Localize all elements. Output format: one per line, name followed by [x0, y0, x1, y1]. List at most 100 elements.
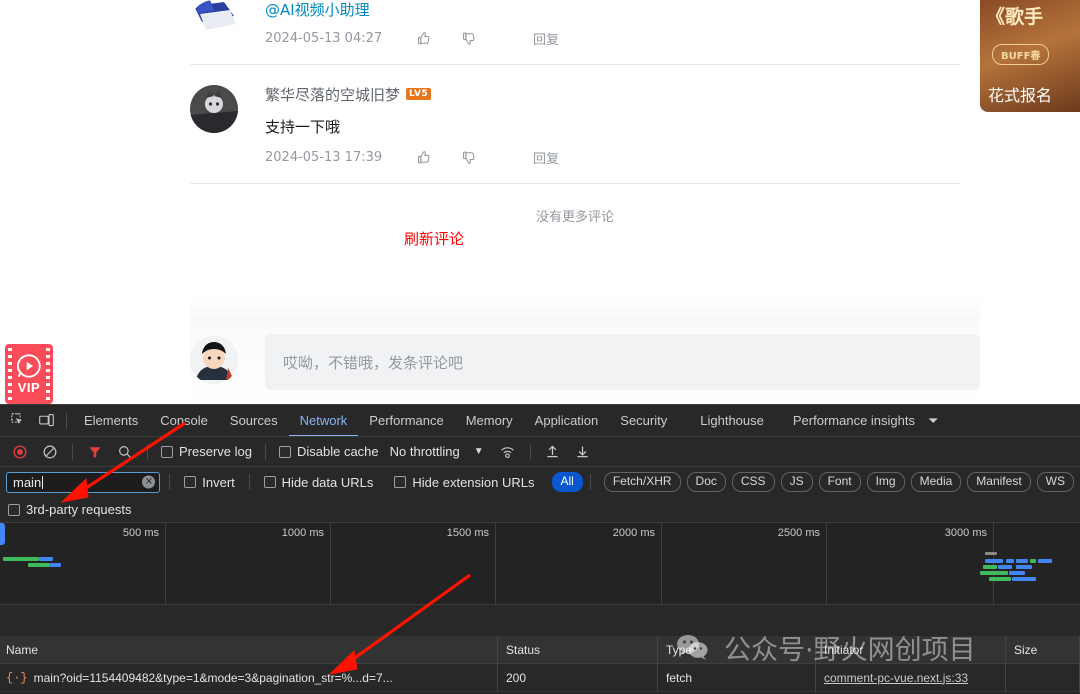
- network-conditions-icon[interactable]: [494, 438, 522, 466]
- inspect-element-icon[interactable]: [4, 407, 32, 435]
- avatar-image: [190, 336, 238, 384]
- type-filter-media[interactable]: Media: [910, 472, 962, 492]
- tab-application[interactable]: Application: [524, 405, 610, 436]
- ad-banner[interactable]: 《歌手 BUFF春 花式报名: [980, 0, 1080, 112]
- import-har-icon[interactable]: [539, 438, 567, 466]
- invert-checkbox[interactable]: Invert: [179, 467, 240, 497]
- export-har-icon[interactable]: [569, 438, 597, 466]
- type-filter-js[interactable]: JS: [780, 472, 813, 492]
- preserve-log-label: Preserve log: [179, 444, 252, 459]
- hide-data-urls-checkbox[interactable]: Hide data URLs: [259, 467, 379, 497]
- throttling-select[interactable]: No throttling: [386, 444, 460, 459]
- tab-lighthouse[interactable]: Lighthouse: [678, 405, 775, 436]
- json-file-icon: {·}: [6, 670, 28, 685]
- comment-input-placeholder: 哎呦，不错哦，发条评论吧: [283, 353, 464, 372]
- like-icon[interactable]: [415, 30, 460, 47]
- table-row[interactable]: {·} main?oid=1154409482&type=1&mode=3&pa…: [0, 663, 1080, 692]
- waterfall-bar: [28, 563, 50, 567]
- type-filter-css[interactable]: CSS: [731, 472, 775, 492]
- request-size-cell: [1006, 663, 1080, 692]
- request-type-cell: fetch: [658, 663, 816, 692]
- like-icon[interactable]: [415, 149, 460, 166]
- waterfall-bar: [983, 565, 997, 569]
- checkbox-box: [161, 445, 173, 458]
- type-filter-img[interactable]: Img: [866, 472, 905, 492]
- dislike-icon[interactable]: [460, 30, 505, 47]
- hide-extension-urls-checkbox[interactable]: Hide extension URLs: [380, 467, 539, 497]
- search-icon[interactable]: [111, 438, 139, 466]
- third-party-requests-row: 3rd-party requests: [0, 497, 1080, 523]
- type-filter-doc[interactable]: Doc: [686, 472, 726, 492]
- network-overview-timeline[interactable]: 500 ms 1000 ms 1500 ms 2000 ms 2500 ms 3…: [0, 523, 1080, 605]
- tab-security[interactable]: Security: [609, 405, 678, 436]
- avatar[interactable]: [190, 85, 238, 133]
- type-filter-ws[interactable]: WS: [1036, 472, 1074, 492]
- no-more-comments-label: 没有更多评论: [535, 210, 614, 225]
- comment-text: 支持一下哦: [265, 118, 341, 136]
- clear-filter-icon[interactable]: ✕: [142, 475, 156, 489]
- more-tabs-icon[interactable]: ⏷: [926, 413, 938, 429]
- disable-cache-checkbox[interactable]: Disable cache: [274, 437, 384, 466]
- waterfall-bar: [989, 577, 1011, 581]
- chevron-down-icon[interactable]: ▼: [462, 446, 492, 457]
- grid-line: [661, 523, 662, 604]
- comment-username[interactable]: @AI视频小助理: [265, 0, 960, 20]
- vip-badge[interactable]: VIP: [5, 344, 53, 404]
- type-filter-manifest[interactable]: Manifest: [967, 472, 1031, 492]
- tab-elements[interactable]: Elements: [73, 405, 149, 436]
- avatar[interactable]: [190, 0, 238, 48]
- reply-row: 哎呦，不错哦，发条评论吧: [190, 334, 980, 390]
- comment-username[interactable]: 繁华尽落的空城旧梦 LV5: [265, 85, 960, 105]
- devtools-panel: Elements Console Sources Network Perform…: [0, 404, 1080, 694]
- third-party-requests-checkbox[interactable]: 3rd-party requests: [8, 495, 132, 525]
- dislike-icon[interactable]: [460, 149, 505, 166]
- column-header-size[interactable]: Size: [1006, 635, 1080, 664]
- request-name-cell[interactable]: {·} main?oid=1154409482&type=1&mode=3&pa…: [0, 663, 498, 692]
- preserve-log-checkbox[interactable]: Preserve log: [156, 437, 257, 466]
- current-user-avatar[interactable]: [190, 336, 238, 384]
- initiator-link[interactable]: comment-pc-vue.next.js:33: [824, 671, 968, 685]
- column-header-type[interactable]: Type: [658, 635, 816, 664]
- waterfall-bar: [1012, 577, 1036, 581]
- tab-performance-insights[interactable]: Performance insights: [775, 405, 926, 436]
- filter-input[interactable]: main ✕: [6, 471, 161, 493]
- request-status-cell: 200: [498, 663, 658, 692]
- bilibili-comment-page: @AI视频小助理 2024-05-13 04:27 回复 繁华尽落的空城旧梦 L…: [0, 0, 1080, 404]
- ad-title: 《歌手: [986, 6, 1044, 28]
- tab-network[interactable]: Network: [289, 405, 359, 436]
- request-name-text: main?oid=1154409482&type=1&mode=3&pagina…: [33, 670, 393, 685]
- type-filter-all[interactable]: All: [551, 472, 583, 492]
- reply-link[interactable]: 回复: [533, 148, 559, 167]
- divider: [147, 443, 148, 460]
- network-filter-bar: main ✕ Invert Hide data URLs Hide extens…: [0, 467, 1080, 497]
- record-button[interactable]: [6, 438, 34, 466]
- type-filter-fetch-xhr[interactable]: Fetch/XHR: [603, 472, 681, 492]
- avatar-image: [190, 85, 238, 133]
- filter-input-value: main: [13, 474, 42, 490]
- waterfall-bar: [39, 557, 53, 561]
- toggle-device-toolbar-icon[interactable]: [32, 407, 60, 435]
- comment-item: 繁华尽落的空城旧梦 LV5 支持一下哦 2024-05-13 17:39 回复: [190, 65, 960, 184]
- film-strip-left-decoration: [8, 348, 12, 400]
- play-bubble-icon: [17, 354, 41, 378]
- column-header-status[interactable]: Status: [498, 635, 658, 664]
- reply-box-shade: [190, 296, 980, 322]
- reply-box: 哎呦，不错哦，发条评论吧: [190, 320, 980, 404]
- timeline-selection-handle[interactable]: [0, 523, 5, 545]
- column-header-name[interactable]: Name: [0, 635, 498, 664]
- divider: [72, 443, 73, 460]
- timeline-tick-1000: 1000 ms: [281, 527, 324, 539]
- tab-performance[interactable]: Performance: [358, 405, 454, 436]
- divider: [248, 474, 250, 490]
- type-filter-font[interactable]: Font: [818, 472, 861, 492]
- checkbox-box: [8, 503, 20, 516]
- column-header-initiator[interactable]: Initiator: [816, 635, 1006, 664]
- comment-input[interactable]: 哎呦，不错哦，发条评论吧: [265, 334, 980, 390]
- tab-console[interactable]: Console: [149, 405, 219, 436]
- tab-sources[interactable]: Sources: [219, 405, 289, 436]
- film-strip-right-decoration: [46, 348, 50, 400]
- clear-button[interactable]: [36, 438, 64, 466]
- tab-memory[interactable]: Memory: [455, 405, 524, 436]
- reply-link[interactable]: 回复: [533, 29, 559, 48]
- filter-icon[interactable]: [81, 438, 109, 466]
